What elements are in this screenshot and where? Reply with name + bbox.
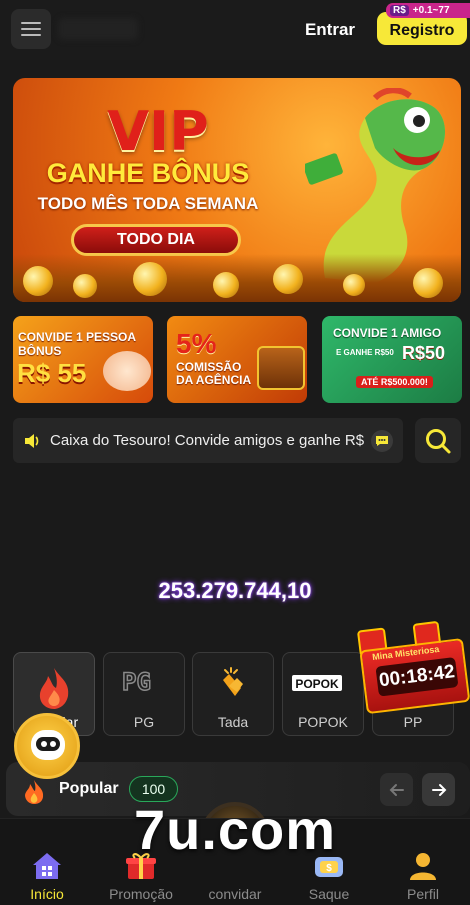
coin-decoration: [213, 272, 239, 298]
category-label: Tada: [217, 714, 249, 730]
promo-line: CONVIDE 1 AMIGO: [333, 326, 442, 340]
login-button[interactable]: Entrar: [298, 14, 362, 46]
announcement-text: Caixa do Tesouro! Convide amigos e ganhe…: [50, 432, 368, 449]
promo-percent: 5%: [176, 328, 217, 359]
withdraw-icon: $: [311, 851, 347, 886]
scroll-right-button[interactable]: [422, 773, 455, 806]
flame-icon: [34, 666, 74, 715]
popular-count-badge: 100: [129, 776, 178, 802]
bonus-range: +0.1~77: [412, 5, 450, 16]
promo-line-2: DA AGÊNCIA: [176, 373, 252, 387]
treasure-chest-icon: [257, 346, 305, 390]
coin-decoration: [343, 274, 365, 296]
promo-friend-card[interactable]: CONVIDE 1 AMIGO E GANHE R$50 R$50 ATÉ R$…: [322, 316, 462, 403]
support-robot-icon[interactable]: [14, 713, 80, 779]
category-tada[interactable]: Tada: [192, 652, 274, 736]
vip-banner[interactable]: VIP GANHE BÔNUS TODO MÊS TODA SEMANA TOD…: [13, 78, 461, 302]
home-icon: [31, 851, 63, 886]
banner-title: VIP: [107, 100, 209, 163]
mystery-mine-widget[interactable]: Mina Misteriosa 00:18:42: [355, 618, 470, 721]
promo-footer: ATÉ R$500.000!: [356, 376, 433, 388]
coin-decoration: [73, 274, 97, 298]
robot-visor: [36, 737, 60, 751]
svg-text:$: $: [326, 863, 332, 874]
search-button[interactable]: [415, 418, 461, 463]
banner-tagline: TODO MÊS TODA SEMANA: [37, 194, 259, 213]
promo-line-1: COMISSÃO: [176, 360, 242, 374]
gift-icon: [125, 851, 157, 886]
promo-invite-card[interactable]: CONVIDE 1 PESSOA BÔNUS R$ 55: [13, 316, 153, 403]
promo-line: CONVIDE 1 PESSOA: [18, 330, 137, 344]
category-label: PG: [133, 714, 155, 730]
category-popok[interactable]: POPOK POPOK: [282, 652, 364, 736]
jackpot-counter: 253.279.744,10: [158, 578, 312, 603]
banner-subtitle: GANHE BÔNUS: [46, 158, 250, 188]
announcement-bar[interactable]: Caixa do Tesouro! Convide amigos e ganhe…: [13, 418, 403, 463]
promo-commission-card[interactable]: 5% COMISSÃO DA AGÊNCIA: [167, 316, 307, 403]
profile-icon: [407, 851, 439, 886]
handshake-icon: [103, 351, 151, 391]
coin-decoration: [23, 266, 53, 296]
nav-item-promocao[interactable]: Promoção: [94, 819, 188, 905]
nav-label: Início: [30, 886, 64, 902]
category-label: POPOK: [298, 714, 348, 730]
promo-line: BÔNUS: [18, 344, 62, 358]
svg-text:PG: PG: [122, 668, 151, 696]
currency-label: R$: [390, 5, 409, 16]
coin-decoration: [413, 268, 443, 298]
arrow-left-icon: [389, 783, 404, 796]
top-header: Entrar Registro R$ +0.1~77: [0, 0, 470, 60]
robot-eye: [50, 741, 56, 747]
pg-logo: PG: [120, 666, 168, 701]
nav-item-saque[interactable]: $ Saque: [282, 819, 376, 905]
banner-cta: TODO DIA: [71, 224, 241, 256]
speaker-icon: [23, 432, 41, 450]
popok-logo: POPOK: [292, 673, 354, 698]
nav-label: Perfil: [407, 886, 439, 902]
arrow-right-icon: [431, 783, 446, 796]
robot-eye: [41, 741, 47, 747]
popular-title: Popular: [59, 780, 119, 797]
category-pg[interactable]: PG PG: [103, 652, 185, 736]
coin-decoration: [133, 262, 167, 296]
search-icon: [426, 428, 451, 453]
promo-amount: R$50: [402, 343, 446, 363]
promo-line: E GANHE R$50: [336, 348, 394, 357]
promo-line: COMISSÃO DA AGÊNCIA: [176, 361, 251, 387]
nav-item-perfil[interactable]: Perfil: [376, 819, 470, 905]
nav-item-convidar[interactable]: convidar: [188, 819, 282, 905]
chat-icon[interactable]: [371, 430, 393, 452]
menu-icon[interactable]: [11, 9, 51, 49]
nav-label: Promoção: [109, 886, 173, 902]
bottom-navigation: Início Promoção convidar $ Saque Perfil: [0, 818, 470, 905]
coin-decoration: [273, 264, 303, 294]
nav-label: convidar: [208, 886, 262, 902]
popok-logo-text: POPOK: [295, 677, 339, 691]
nav-label: Saque: [308, 886, 350, 902]
nav-item-inicio[interactable]: Início: [0, 819, 94, 905]
scroll-left-button[interactable]: [380, 773, 413, 806]
site-logo[interactable]: [58, 18, 138, 40]
register-bonus-badge: R$ +0.1~77: [386, 3, 470, 18]
tada-logo: [215, 666, 251, 707]
fire-icon: [22, 779, 46, 810]
promo-amount: R$ 55: [17, 358, 87, 388]
